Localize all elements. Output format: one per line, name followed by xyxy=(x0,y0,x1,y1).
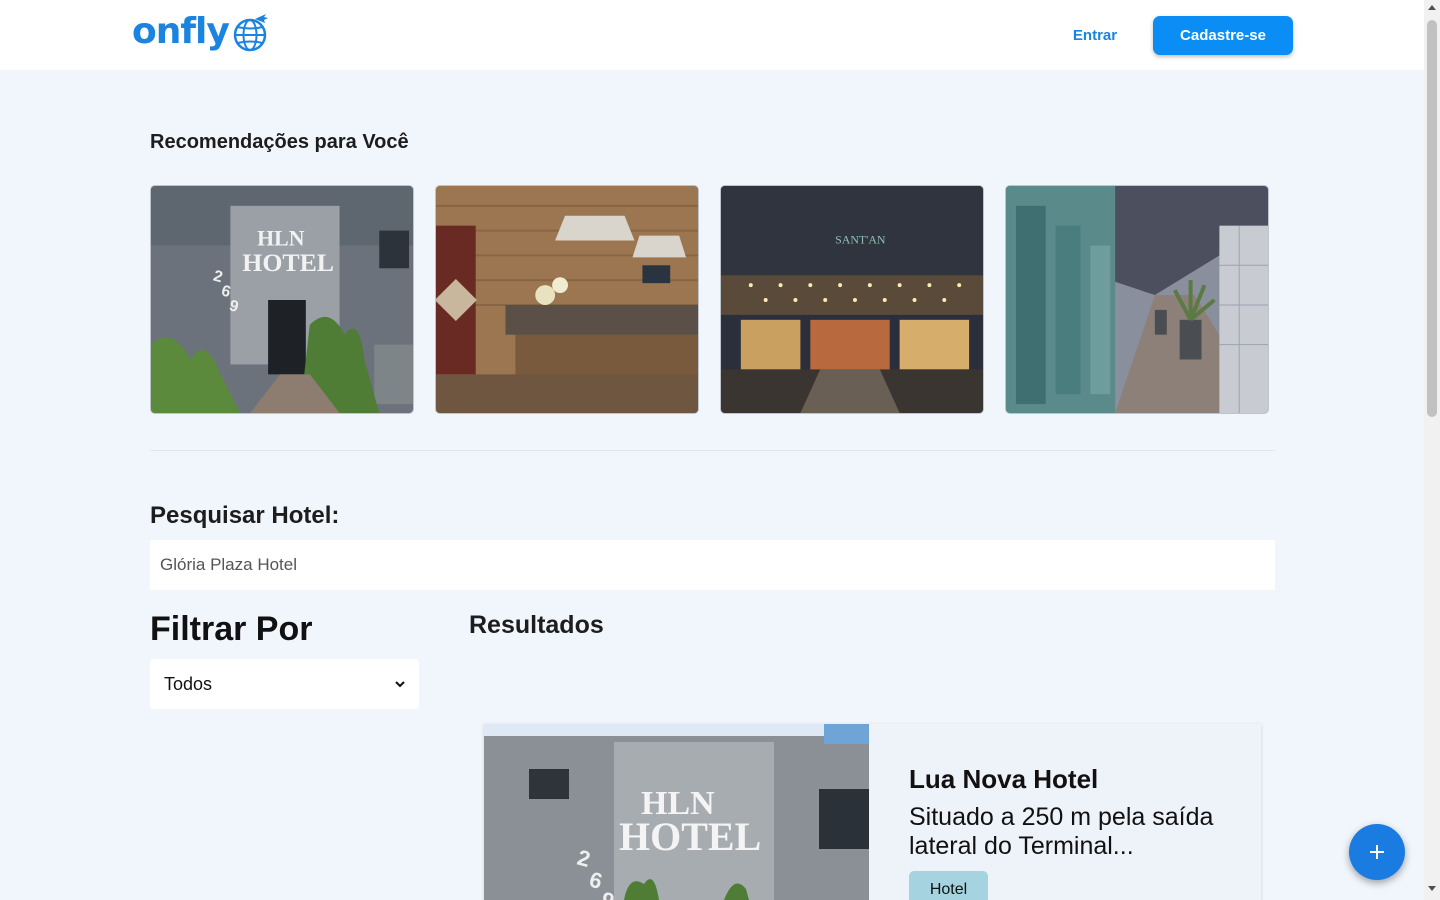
svg-text:HOTEL: HOTEL xyxy=(242,248,334,277)
hotel-night-image: SANT'AN xyxy=(721,186,983,413)
login-link[interactable]: Entrar xyxy=(1060,24,1130,48)
section-divider xyxy=(150,450,1275,451)
scroll-down-arrow-icon[interactable] xyxy=(1428,886,1436,891)
scroll-up-arrow-icon[interactable] xyxy=(1428,5,1436,10)
hotel-reception-image xyxy=(436,186,698,413)
filter-selected-value: Todos xyxy=(164,673,213,694)
onfly-logo[interactable]: onfly xyxy=(132,10,269,54)
filter-title: Filtrar Por xyxy=(150,610,313,648)
signup-button[interactable]: Cadastre-se xyxy=(1153,16,1293,55)
recommendation-card-1[interactable]: HLN HOTEL 2 6 9 xyxy=(150,185,414,414)
result-hotel-image: HLN HOTEL 2 6 9 xyxy=(484,724,869,900)
globe-plane-icon xyxy=(233,14,268,52)
scrollbar-thumb[interactable] xyxy=(1427,20,1437,417)
svg-text:SANT'AN: SANT'AN xyxy=(835,232,886,246)
page-scrollbar[interactable] xyxy=(1424,0,1440,900)
result-hotel-name: Lua Nova Hotel xyxy=(909,764,1099,794)
recommendation-card-2[interactable] xyxy=(435,185,699,414)
results-title: Resultados xyxy=(469,611,604,639)
recommendation-card-3[interactable]: SANT'AN xyxy=(720,185,984,414)
recommendations-title: Recomendações para Você xyxy=(150,131,409,153)
result-hotel-description: Situado a 250 m pela saída lateral do Te… xyxy=(909,803,1214,860)
top-navbar: onfly Entrar Cadastre-se xyxy=(0,0,1424,70)
result-card[interactable]: HLN HOTEL 2 6 9 Lua Nova Hotel Situado a… xyxy=(484,724,1261,900)
result-type-badge: Hotel xyxy=(909,871,988,900)
search-label: Pesquisar Hotel: xyxy=(150,502,340,529)
hotel-facade-image: HLN HOTEL 2 6 9 xyxy=(151,186,413,413)
hotel-balcony-image xyxy=(1006,186,1268,413)
plus-icon xyxy=(1370,845,1384,859)
svg-text:HLN: HLN xyxy=(257,226,305,250)
recommendation-card-4[interactable] xyxy=(1005,185,1269,414)
logo-text: onfly xyxy=(132,11,230,52)
add-fab-button[interactable] xyxy=(1349,824,1405,880)
filter-select[interactable]: Todos xyxy=(150,659,419,709)
chevron-down-icon xyxy=(395,681,405,688)
hotel-search-input[interactable] xyxy=(150,540,1275,590)
svg-text:HOTEL: HOTEL xyxy=(619,814,761,859)
